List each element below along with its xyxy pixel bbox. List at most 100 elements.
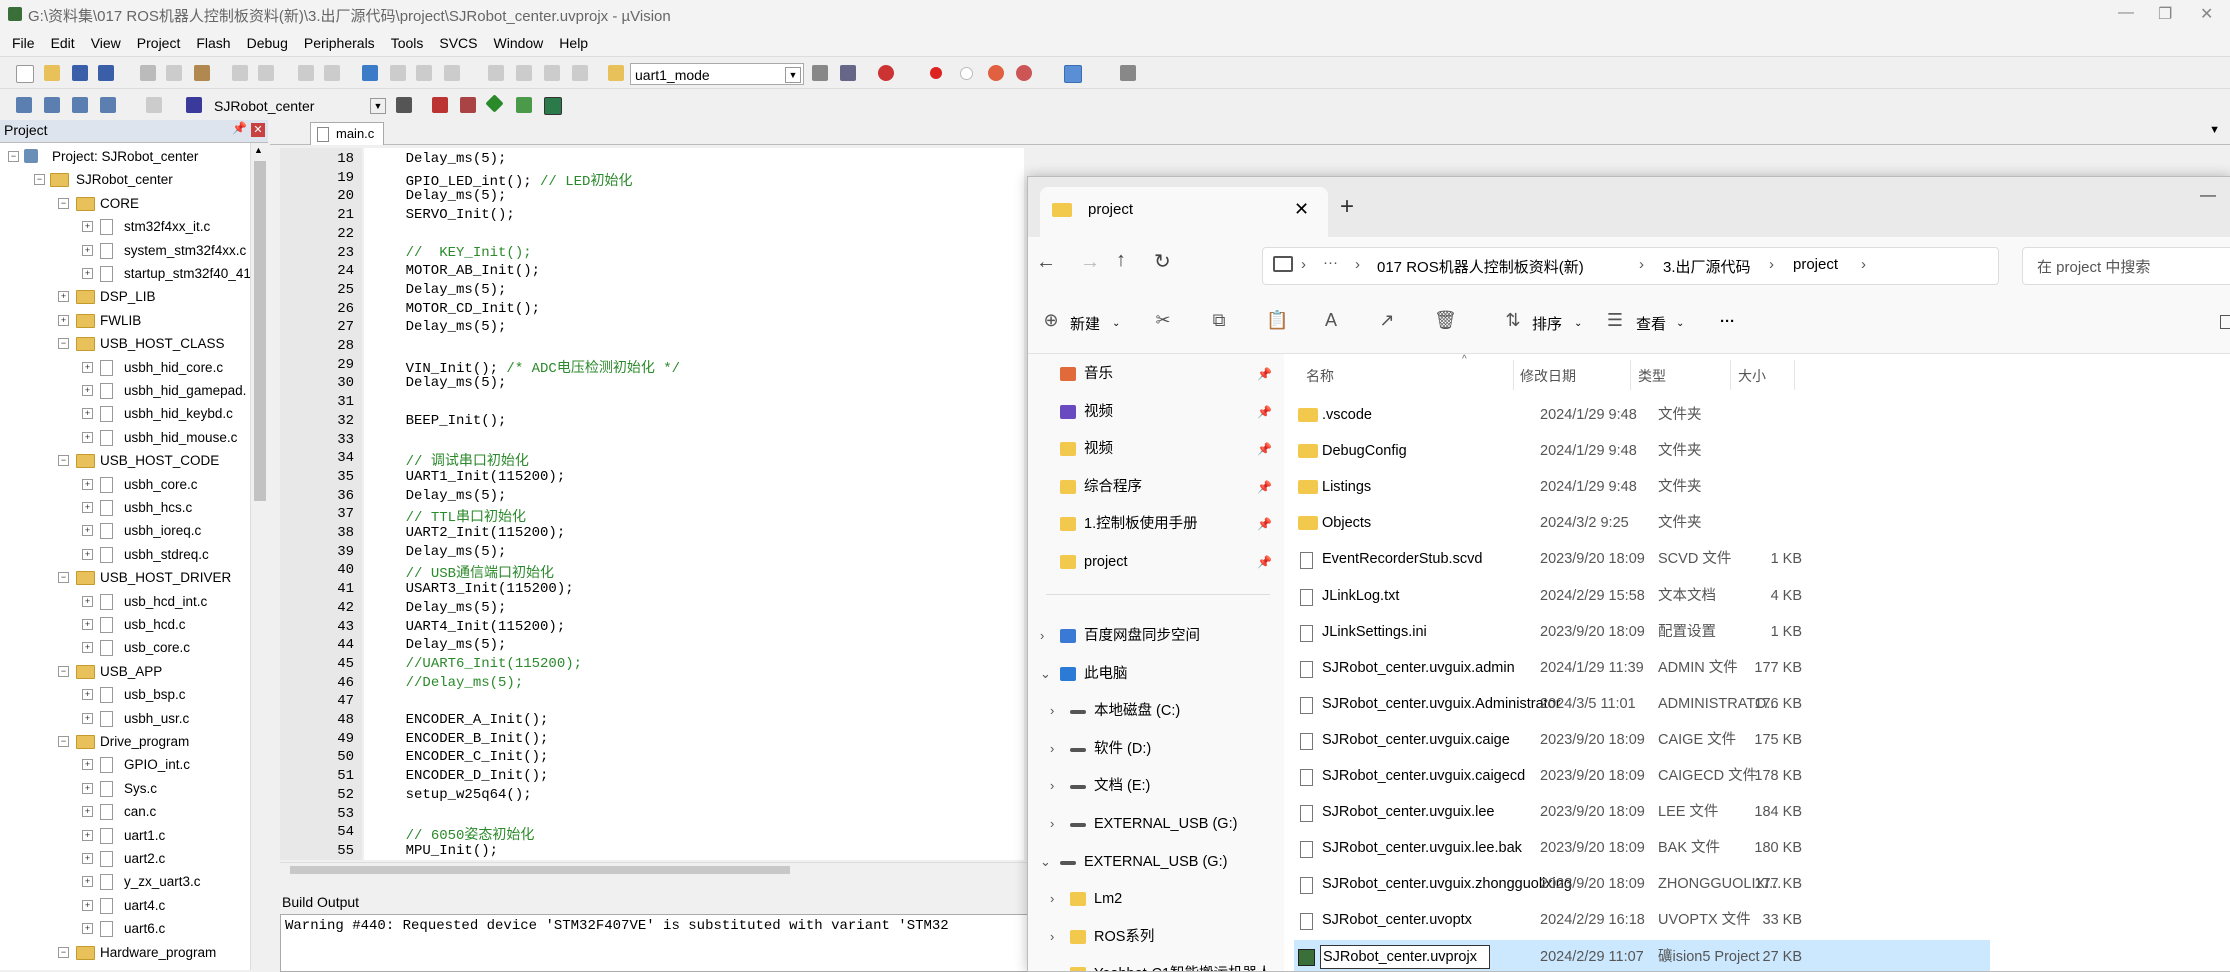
file-row[interactable]: SJRobot_center.uvprojx2024/2/29 11:07礦is… (1294, 940, 1990, 972)
menu-window[interactable]: Window (494, 35, 544, 51)
open-icon[interactable] (44, 65, 60, 81)
file-row[interactable]: JLinkSettings.ini2023/9/20 18:09配置设置1 KB (1294, 615, 1994, 649)
expand-icon[interactable]: + (58, 315, 69, 326)
column-type[interactable]: 类型 (1638, 366, 1666, 386)
file-row[interactable]: SJRobot_center.uvguix.caige2023/9/20 18:… (1294, 723, 1994, 757)
cut-icon[interactable] (140, 65, 156, 81)
expand-icon[interactable]: + (82, 876, 93, 887)
find-icon[interactable] (812, 65, 828, 81)
expand-icon[interactable]: + (82, 408, 93, 419)
comment-icon[interactable] (544, 65, 560, 81)
build-icon[interactable] (44, 97, 60, 113)
breakpoint-kill-icon[interactable] (988, 65, 1004, 81)
tree-folder-item[interactable]: −USB_HOST_CODE (0, 449, 250, 472)
file-row[interactable]: EventRecorderStub.scvd2023/9/20 18:09SCV… (1294, 542, 1994, 576)
new-file-icon[interactable] (16, 65, 34, 83)
pin-icon[interactable]: 📌 (1257, 356, 1272, 392)
menu-view[interactable]: View (91, 35, 121, 51)
file-row[interactable]: SJRobot_center.uvguix.lee.bak2023/9/20 1… (1294, 831, 1994, 865)
tree-file-item[interactable]: +usb_bsp.c (0, 683, 250, 706)
expand-icon[interactable]: + (82, 713, 93, 724)
breakpoint-icon[interactable] (930, 67, 942, 79)
new-tab-button[interactable]: + (1340, 193, 1354, 221)
tree-folder-item[interactable]: −Hardware_program (0, 941, 250, 964)
menu-tools[interactable]: Tools (391, 35, 424, 51)
file-row[interactable]: SJRobot_center.uvoptx2024/2/29 16:18UVOP… (1294, 903, 1994, 937)
explorer-tab[interactable]: project ✕ (1040, 187, 1328, 237)
tree-folder-item[interactable]: −CORE (0, 192, 250, 215)
expand-icon[interactable]: + (82, 783, 93, 794)
tree-file-item[interactable]: +y_zx_uart3.c (0, 870, 250, 893)
address-bar[interactable]: › ··· › 017 ROS机器人控制板资料(新) › 3.出厂源代码 › p… (1262, 247, 1999, 285)
collapse-icon[interactable]: − (58, 947, 69, 958)
nav-item[interactable]: 视频📌 (1028, 431, 1284, 467)
nav-item[interactable]: 音乐📌 (1028, 356, 1284, 392)
expand-icon[interactable]: + (82, 221, 93, 232)
file-extensions-icon[interactable] (460, 97, 476, 113)
refresh-icon[interactable]: ↻ (1154, 249, 1171, 274)
menu-edit[interactable]: Edit (51, 35, 75, 51)
file-row[interactable]: JLinkLog.txt2024/2/29 15:58文本文档4 KB (1294, 579, 1994, 613)
close-icon[interactable]: ✕ (2200, 4, 2213, 24)
collapse-icon[interactable]: − (8, 151, 19, 162)
copy-icon[interactable]: ⧉ (1210, 311, 1228, 329)
nav-item[interactable]: ⌄EXTERNAL_USB (G:) (1028, 844, 1284, 880)
menu-file[interactable]: File (12, 35, 35, 51)
tree-file-item[interactable]: +usbh_core.c (0, 473, 250, 496)
menu-flash[interactable]: Flash (196, 35, 230, 51)
tree-file-item[interactable]: +usb_hcd_int.c (0, 590, 250, 613)
nav-item[interactable]: 视频📌 (1028, 394, 1284, 430)
tree-file-item[interactable]: +Sys.c (0, 777, 250, 800)
maximize-icon[interactable]: ❐ (2158, 4, 2172, 24)
redo-icon[interactable] (258, 65, 274, 81)
nav-item[interactable]: ›百度网盘同步空间 (1028, 618, 1284, 654)
tree-root-item[interactable]: −Project: SJRobot_center (0, 145, 250, 168)
expand-icon[interactable]: + (82, 362, 93, 373)
expand-icon[interactable]: + (82, 759, 93, 770)
collapse-icon[interactable]: − (34, 174, 45, 185)
tree-folder-item[interactable]: −USB_HOST_DRIVER (0, 566, 250, 589)
tree-file-item[interactable]: +usbh_hid_core.c (0, 356, 250, 379)
nav-item[interactable]: ›文档 (E:) (1028, 768, 1284, 804)
file-row[interactable]: .vscode2024/1/29 9:48文件夹 (1294, 398, 1994, 432)
nav-item[interactable]: ⌄此电脑 (1028, 656, 1284, 692)
bookmark-icon[interactable] (362, 65, 378, 81)
tree-file-item[interactable]: +can.c (0, 800, 250, 823)
bookmark-clear-icon[interactable] (444, 65, 460, 81)
batch-build-icon[interactable] (100, 97, 116, 113)
menu-peripherals[interactable]: Peripherals (304, 35, 375, 51)
back-arrow-icon[interactable]: ← (1036, 251, 1056, 274)
search-input[interactable]: 在 project 中搜索 (2022, 247, 2230, 285)
select-pack-icon[interactable] (516, 97, 532, 113)
menu-help[interactable]: Help (559, 35, 588, 51)
breadcrumb-item[interactable]: project (1793, 256, 1838, 273)
tree-folder-item[interactable]: −Drive_program (0, 730, 250, 753)
expand-icon[interactable]: + (82, 385, 93, 396)
window-layout-icon[interactable] (1064, 65, 1082, 83)
tree-file-item[interactable]: +usb_hcd.c (0, 613, 250, 636)
breadcrumb-item[interactable]: 017 ROS机器人控制板资料(新) (1377, 256, 1584, 277)
pin-icon[interactable]: 📌 (232, 121, 247, 135)
collapse-icon[interactable]: − (58, 736, 69, 747)
chevron-right-icon[interactable]: › (1050, 881, 1054, 917)
tree-folder-item[interactable]: −USB_HOST_CLASS (0, 332, 250, 355)
tree-file-item[interactable]: +stm32f4xx_it.c (0, 215, 250, 238)
debug-start-icon[interactable] (878, 65, 894, 81)
editor-hscroll[interactable] (280, 862, 1030, 877)
expand-icon[interactable]: + (82, 642, 93, 653)
expand-icon[interactable]: + (82, 689, 93, 700)
breakpoints-window-icon[interactable] (1016, 65, 1032, 81)
breadcrumb-item[interactable]: 3.出厂源代码 (1663, 256, 1751, 277)
tree-file-item[interactable]: +startup_stm32f40_41 (0, 262, 250, 285)
chevron-down-icon[interactable]: ⌄ (1040, 844, 1051, 880)
pack-installer-icon[interactable] (485, 94, 503, 112)
file-row[interactable]: Listings2024/1/29 9:48文件夹 (1294, 470, 1994, 504)
more-options-button[interactable]: ··· (1720, 313, 1735, 330)
column-date[interactable]: 修改日期 (1520, 366, 1576, 386)
tree-file-item[interactable]: +uart4.c (0, 894, 250, 917)
pin-icon[interactable]: 📌 (1257, 431, 1272, 467)
close-tab-icon[interactable]: ✕ (1294, 199, 1309, 220)
view-button[interactable]: 查看 (1636, 313, 1666, 334)
outdent-icon[interactable] (516, 65, 532, 81)
rte-icon[interactable] (544, 97, 562, 115)
